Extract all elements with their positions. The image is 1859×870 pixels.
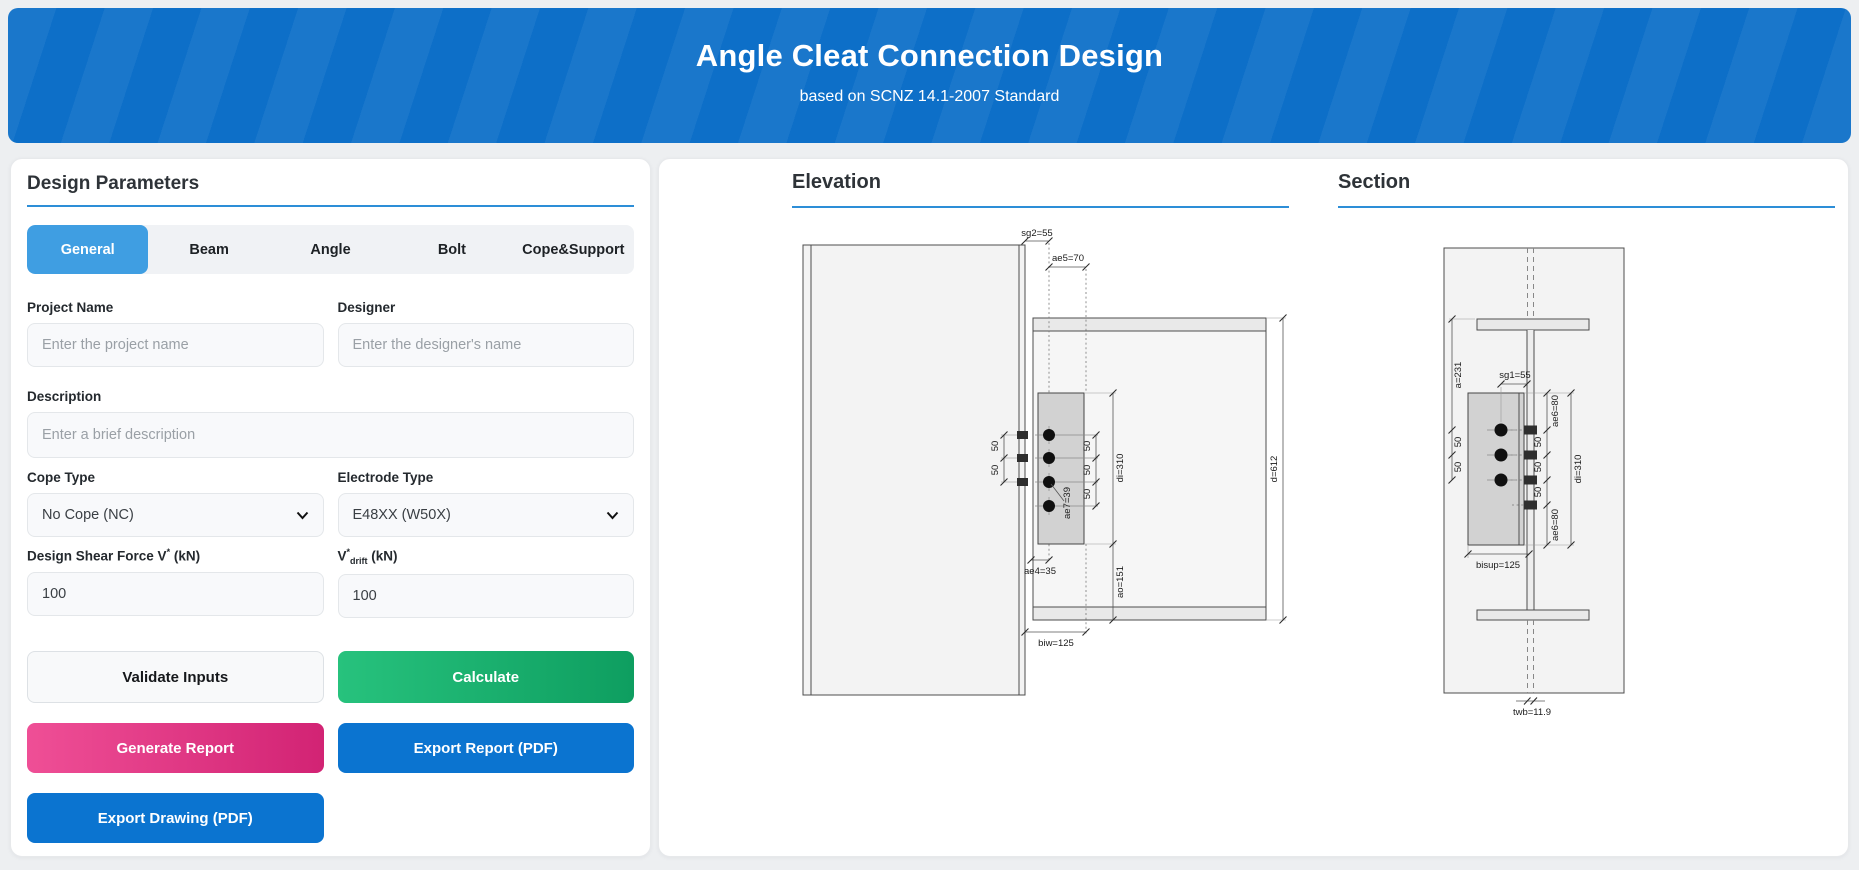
chevron-down-icon bbox=[296, 511, 309, 520]
app-header: Angle Cleat Connection Design based on S… bbox=[8, 8, 1851, 143]
dim-label-biw: biw=125 bbox=[1038, 638, 1074, 649]
dim-label-ae6: ae6=80 bbox=[1550, 395, 1561, 427]
electrode-type-value: E48XX (W50X) bbox=[353, 507, 451, 523]
description-input[interactable] bbox=[27, 412, 634, 458]
generate-report-button[interactable]: Generate Report bbox=[27, 723, 324, 773]
dim-label-50: 50 bbox=[1453, 437, 1464, 448]
designer-label: Designer bbox=[338, 300, 635, 315]
project-name-label: Project Name bbox=[27, 300, 324, 315]
shear-force-input[interactable] bbox=[27, 572, 324, 616]
page-subtitle: based on SCNZ 14.1-2007 Standard bbox=[8, 88, 1851, 106]
tab-angle[interactable]: Angle bbox=[270, 225, 391, 274]
dim-label-ao: ao=151 bbox=[1115, 566, 1126, 598]
tab-bolt[interactable]: Bolt bbox=[391, 225, 512, 274]
elevation-title: Elevation bbox=[792, 171, 1289, 208]
dim-label-50: 50 bbox=[1082, 441, 1093, 452]
cleat-plate bbox=[1468, 393, 1524, 545]
section-title: Section bbox=[1338, 171, 1835, 208]
tab-general[interactable]: General bbox=[27, 225, 148, 274]
cleat-plate bbox=[1038, 393, 1084, 544]
elevation-panel: Elevation bbox=[792, 171, 1289, 730]
vdrift-label: V*drift (kN) bbox=[338, 547, 635, 566]
vdrift-input[interactable] bbox=[338, 574, 635, 618]
validate-inputs-button[interactable]: Validate Inputs bbox=[27, 651, 324, 703]
cope-type-value: No Cope (NC) bbox=[42, 507, 134, 523]
dim-label-ae5: ae5=70 bbox=[1052, 253, 1084, 264]
drawings-panel: Elevation bbox=[658, 158, 1849, 857]
dim-label-ae7: ae7=39 bbox=[1062, 487, 1073, 519]
design-parameters-title: Design Parameters bbox=[27, 173, 634, 207]
dim-label-ae4: ae4=35 bbox=[1024, 566, 1056, 577]
page-title: Angle Cleat Connection Design bbox=[8, 8, 1851, 74]
tab-cope-support[interactable]: Cope&Support bbox=[513, 225, 634, 274]
section-panel: Section bbox=[1338, 171, 1835, 730]
cope-type-label: Cope Type bbox=[27, 470, 324, 485]
chevron-down-icon bbox=[606, 511, 619, 520]
shear-force-label: Design Shear Force V* (kN) bbox=[27, 547, 324, 564]
elevation-drawing: sg2=55 ae5=70 50 50 50 50 50 bbox=[792, 210, 1289, 730]
section-drawing: a=231 50 50 sg1=55 ae6=80 50 50 50 ae bbox=[1338, 210, 1835, 730]
project-name-input[interactable] bbox=[27, 323, 324, 367]
dim-label-a: a=231 bbox=[1453, 362, 1464, 389]
export-drawing-button[interactable]: Export Drawing (PDF) bbox=[27, 793, 324, 843]
dim-label-50: 50 bbox=[1533, 437, 1544, 448]
dim-label-d: d=612 bbox=[1269, 456, 1280, 483]
design-parameters-panel: Design Parameters General Beam Angle Bol… bbox=[10, 158, 651, 857]
cope-type-select[interactable]: No Cope (NC) bbox=[27, 493, 324, 537]
dim-label-bisup: bisup=125 bbox=[1476, 560, 1520, 571]
dim-label-sg1: sg1=55 bbox=[1499, 370, 1530, 381]
calculate-button[interactable]: Calculate bbox=[338, 651, 635, 703]
parameter-tabs: General Beam Angle Bolt Cope&Support bbox=[27, 225, 634, 274]
dim-label-ae6: ae6=80 bbox=[1550, 509, 1561, 541]
tab-beam[interactable]: Beam bbox=[148, 225, 269, 274]
dim-label-di: di=310 bbox=[1115, 454, 1126, 483]
dim-label-sg2: sg2=55 bbox=[1021, 228, 1052, 239]
electrode-type-label: Electrode Type bbox=[338, 470, 635, 485]
description-label: Description bbox=[27, 389, 634, 404]
dim-label-twb: twb=11.9 bbox=[1513, 707, 1551, 718]
designer-input[interactable] bbox=[338, 323, 635, 367]
dim-label-50: 50 bbox=[990, 465, 1001, 476]
dim-label-di: di=310 bbox=[1573, 455, 1584, 484]
dim-label-50: 50 bbox=[990, 441, 1001, 452]
electrode-type-select[interactable]: E48XX (W50X) bbox=[338, 493, 635, 537]
dim-label-50: 50 bbox=[1533, 487, 1544, 498]
dim-label-50: 50 bbox=[1533, 462, 1544, 473]
export-report-button[interactable]: Export Report (PDF) bbox=[338, 723, 635, 773]
dim-label-50: 50 bbox=[1082, 489, 1093, 500]
dim-label-50: 50 bbox=[1082, 465, 1093, 476]
dim-label-50: 50 bbox=[1453, 462, 1464, 473]
